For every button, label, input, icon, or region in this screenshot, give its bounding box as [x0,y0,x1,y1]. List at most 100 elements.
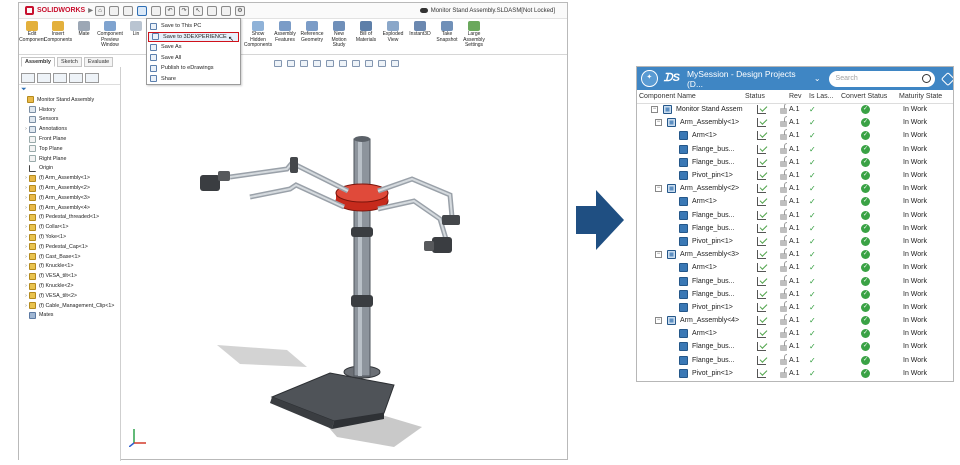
column-header-maturity-state[interactable]: Maturity State [897,90,953,104]
table-row[interactable]: − Arm_Assembly<3> A.1 ✓ ✓ In Work [637,248,953,261]
tree-item-f-vesa-tilt-1[interactable]: › (f) VESA_tilt<1> [19,271,120,281]
print-icon[interactable] [151,5,161,16]
display-style-icon[interactable] [339,60,347,67]
session-title[interactable]: MySession - Design Projects (D... [687,69,810,89]
tree-item-f-knuckle-1[interactable]: › (f) Knuckle<1> [19,262,120,272]
tag-icon[interactable] [941,71,953,86]
menu-item-save-all[interactable]: Save All [147,53,240,64]
table-row[interactable]: Pivot_pin<1> A.1 ✓ ✓ In Work [637,300,953,314]
rebuild-icon[interactable] [207,5,217,16]
table-row[interactable]: Flange_bus... A.1 ✓ ✓ In Work [637,340,953,353]
component-preview-window-button[interactable]: Component Preview Window [97,21,123,49]
table-row[interactable]: Pivot_pin<1> A.1 ✓ ✓ In Work [637,169,953,182]
insert-components-button[interactable]: Insert Components [44,21,72,49]
table-row[interactable]: − Arm_Assembly<2> A.1 ✓ ✓ In Work [637,182,953,195]
tab-sketch[interactable]: Sketch [57,57,82,67]
collapse-toggle-icon[interactable]: − [655,119,662,127]
search-input[interactable]: Search [828,70,936,87]
menu-item-share[interactable]: Share [147,74,240,85]
column-header-rev[interactable]: Rev [787,90,807,104]
options-gear-icon[interactable]: ⚙ [235,5,245,16]
table-row[interactable]: Pivot_pin<1> A.1 ✓ ✓ In Work [637,366,953,380]
column-header-is-las[interactable]: Is Las... [807,90,839,104]
tree-item-f-arm-assembly-4[interactable]: › (f) Arm_Assembly<4> [19,203,120,213]
collapse-toggle-icon[interactable]: − [655,251,662,259]
filter-icon[interactable]: ⏷ [19,85,120,95]
collapse-toggle-icon[interactable]: − [651,106,658,114]
file-properties-icon[interactable] [221,5,231,16]
compass-icon[interactable]: ✦ [641,70,658,87]
mate-button[interactable]: Mate [71,21,97,49]
table-row[interactable]: Arm<1> A.1 ✓ ✓ In Work [637,261,953,274]
previous-view-icon[interactable] [300,60,308,67]
tree-item-annotations[interactable]: › Annotations [19,124,120,134]
table-row[interactable]: Flange_bus... A.1 ✓ ✓ In Work [637,353,953,367]
configuration-manager-tab-icon[interactable] [53,73,67,83]
table-row[interactable]: Pivot_pin<1> A.1 ✓ ✓ In Work [637,234,953,248]
table-row[interactable]: − Arm_Assembly<1> A.1 ✓ ✓ In Work [637,116,953,129]
tab-assembly[interactable]: Assembly [21,57,55,67]
open-icon[interactable] [123,5,133,16]
section-view-icon[interactable] [313,60,321,67]
hide-show-items-icon[interactable] [352,60,360,67]
column-header-component-name[interactable]: Component Name [637,90,743,104]
tree-item-f-arm-assembly-1[interactable]: › (f) Arm_Assembly<1> [19,173,120,183]
tree-item-right-plane[interactable]: Right Plane [19,154,120,164]
redo-icon[interactable]: ↷ [179,5,189,16]
tree-item-f-cast-base-1[interactable]: › (f) Cast_Base<1> [19,252,120,262]
column-header-convert-status[interactable]: Convert Status [839,90,897,104]
dimxpert-tab-icon[interactable] [69,73,83,83]
tree-item-f-pedestal-cap-1[interactable]: › (f) Pedestal_Cap<1> [19,242,120,252]
menu-item-save-to-3dexperience[interactable]: Save to 3DEXPERIENCE ↖ [148,31,239,43]
assembly-features-button[interactable]: Assembly Features [272,21,298,49]
tree-item-mates[interactable]: Mates [19,311,120,321]
table-row[interactable]: Flange_bus... A.1 ✓ ✓ In Work [637,155,953,169]
display-manager-tab-icon[interactable] [85,73,99,83]
menu-item-publish-to-edrawings[interactable]: Publish to eDrawings [147,63,240,74]
property-manager-tab-icon[interactable] [37,73,51,83]
tree-item-history[interactable]: History [19,105,120,115]
view-orientation-icon[interactable] [326,60,334,67]
menu-item-save-as[interactable]: Save As [147,42,240,53]
home-icon[interactable]: ⌂ [95,5,105,16]
table-row[interactable]: Flange_bus... A.1 ✓ ✓ In Work [637,208,953,222]
take-snapshot-button[interactable]: Take Snapshot [434,21,460,49]
table-row[interactable]: Flange_bus... A.1 ✓ ✓ In Work [637,221,953,235]
menu-item-save-to-this-pc[interactable]: Save to This PC [147,21,240,32]
instant3d-button[interactable]: Instant3D [407,21,433,49]
tree-item-front-plane[interactable]: Front Plane [19,134,120,144]
collapse-toggle-icon[interactable]: − [655,185,662,193]
edit-appearance-icon[interactable] [365,60,373,67]
new-file-icon[interactable] [109,5,119,16]
tree-item-sensors[interactable]: Sensors [19,115,120,125]
edit-component-button[interactable]: Edit Component [19,21,45,49]
tree-item-monitor-stand-assembly[interactable]: Monitor Stand Assembly [19,95,120,105]
collapse-toggle-icon[interactable]: − [655,317,662,325]
tree-item-f-arm-assembly-3[interactable]: › (f) Arm_Assembly<3> [19,193,120,203]
solidworks-logo[interactable]: SOLIDWORKS ▶ [19,6,93,15]
chevron-down-icon[interactable]: ⌄ [814,74,821,83]
tree-item-f-knuckle-2[interactable]: › (f) Knuckle<2> [19,281,120,291]
undo-icon[interactable]: ↶ [165,5,175,16]
tree-item-origin[interactable]: Origin [19,164,120,174]
large-assembly-settings-button[interactable]: Large Assembly Settings [461,21,487,49]
tab-evaluate[interactable]: Evaluate [83,57,114,67]
tree-item-f-pedestal-threaded-1[interactable]: › (f) Pedestal_threaded<1> [19,213,120,223]
view-settings-icon[interactable] [391,60,399,67]
tree-item-f-collar-1[interactable]: › (f) Collar<1> [19,222,120,232]
table-row[interactable]: Flange_bus... A.1 ✓ ✓ In Work [637,142,953,156]
table-row[interactable]: Flange_bus... A.1 ✓ ✓ In Work [637,274,953,287]
new-motion-study-button[interactable]: New Motion Study [326,21,352,49]
tree-item-f-yoke-1[interactable]: › (f) Yoke<1> [19,232,120,242]
tree-item-f-cable-management-clip-1[interactable]: › (f) Cable_Management_Clip<1> [19,301,120,311]
tree-item-f-arm-assembly-2[interactable]: › (f) Arm_Assembly<2> [19,183,120,193]
select-icon[interactable]: ↖ [193,5,203,16]
apply-scene-icon[interactable] [378,60,386,67]
save-icon[interactable] [137,5,147,16]
zoom-to-fit-icon[interactable] [274,60,282,67]
zoom-area-icon[interactable] [287,60,295,67]
table-row[interactable]: Arm<1> A.1 ✓ ✓ In Work [637,129,953,142]
table-row[interactable]: Arm<1> A.1 ✓ ✓ In Work [637,195,953,208]
graphics-area[interactable] [122,67,568,460]
table-row[interactable]: − Arm_Assembly<4> A.1 ✓ ✓ In Work [637,314,953,327]
